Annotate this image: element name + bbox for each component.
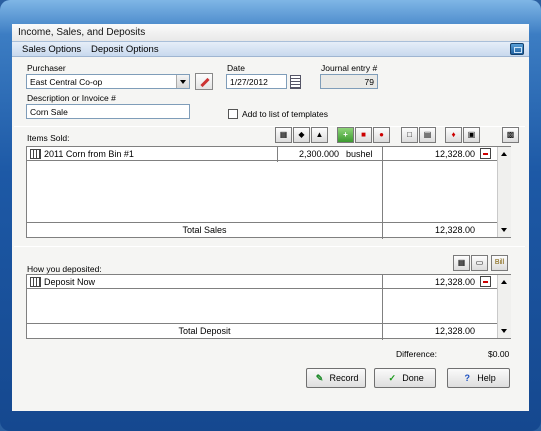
total-deposit-label: Total Deposit <box>178 326 231 336</box>
date-label: Date <box>227 63 245 73</box>
items-sold-grid: 2011 Corn from Bin #1 2,300.000 bushel 1… <box>26 146 511 239</box>
menu-bar: Sales Options Deposit Options <box>12 41 529 57</box>
barn-icon[interactable]: ■ <box>355 127 372 143</box>
remove-row-icon[interactable] <box>480 148 491 159</box>
description-field[interactable]: Corn Sale <box>26 104 190 119</box>
record-button[interactable]: ✎ Record <box>306 368 366 388</box>
divider <box>14 246 525 247</box>
journal-label: Journal entry # <box>321 63 378 73</box>
calculator-icon[interactable] <box>510 43 524 55</box>
help-button[interactable]: ? Help <box>447 368 510 388</box>
item-description: 2011 Corn from Bin #1 <box>27 147 277 161</box>
scrollbar[interactable] <box>497 275 511 338</box>
item-amount[interactable]: 12,328.00 <box>383 147 478 161</box>
inventory-icon[interactable]: ◆ <box>293 127 310 143</box>
total-sales-label: Total Sales <box>182 225 227 235</box>
purchaser-value: East Central Co-op <box>30 77 103 87</box>
bank-icon[interactable]: ▦ <box>275 127 292 143</box>
deposit-grid: Deposit Now 12,328.00 Total Deposit 12,3… <box>26 274 511 340</box>
deposited-label: How you deposited: <box>27 264 102 274</box>
menu-deposit-options[interactable]: Deposit Options <box>91 44 159 55</box>
total-row: Total Deposit 12,328.00 <box>27 323 497 339</box>
date-field[interactable]: 1/27/2012 <box>226 74 287 89</box>
item-quantity: 2,300.000 <box>298 149 339 159</box>
bank-icon <box>30 277 41 287</box>
scroll-down-icon[interactable] <box>500 326 509 335</box>
description-label: Description or Invoice # <box>27 93 116 103</box>
remove-row-icon[interactable] <box>480 276 491 287</box>
total-row: Total Sales 12,328.00 <box>27 222 497 238</box>
bin-icon <box>30 149 41 159</box>
deposit-amount[interactable]: 12,328.00 <box>383 275 478 289</box>
difference-value: $0.00 <box>488 349 510 359</box>
card-icon[interactable]: ▭ <box>471 255 488 271</box>
exit-icon[interactable]: ▩ <box>502 127 519 143</box>
done-button[interactable]: ✓ Done <box>374 368 436 388</box>
chevron-down-icon[interactable] <box>176 75 189 88</box>
calendar-icon[interactable] <box>290 75 301 89</box>
truck-icon[interactable]: ♦ <box>445 127 462 143</box>
pencil-icon: ✎ <box>315 373 324 383</box>
table-row[interactable]: 2011 Corn from Bin #1 2,300.000 bushel 1… <box>27 147 497 161</box>
check-icon: ✓ <box>388 373 396 383</box>
items-sold-label: Items Sold: <box>27 133 70 143</box>
purchaser-select[interactable]: East Central Co-op <box>26 74 190 89</box>
tractor-icon[interactable]: ● <box>373 127 390 143</box>
scroll-down-icon[interactable] <box>500 225 509 234</box>
difference-label: Difference: <box>396 349 437 359</box>
bill-icon[interactable]: Bill <box>491 255 508 271</box>
form-icon[interactable]: ▤ <box>419 127 436 143</box>
livestock-icon[interactable]: ▲ <box>311 127 328 143</box>
scrollbar[interactable] <box>497 147 511 237</box>
form-panel: Purchaser East Central Co-op Date 1/27/2… <box>12 57 529 411</box>
add-item-icon[interactable]: + <box>337 127 354 143</box>
note-icon[interactable]: □ <box>401 127 418 143</box>
edit-purchaser-icon[interactable] <box>195 73 213 90</box>
template-label: Add to list of templates <box>242 109 328 119</box>
table-row[interactable]: Deposit Now 12,328.00 <box>27 275 497 289</box>
journal-field: 79 <box>320 74 378 89</box>
template-checkbox[interactable] <box>228 109 238 119</box>
report-icon[interactable]: ▣ <box>463 127 480 143</box>
item-unit: bushel <box>346 149 373 159</box>
menu-sales-options[interactable]: Sales Options <box>22 44 81 55</box>
total-sales-value: 12,328.00 <box>434 225 475 235</box>
scroll-up-icon[interactable] <box>500 277 509 286</box>
total-deposit-value: 12,328.00 <box>434 326 475 336</box>
window-title: Income, Sales, and Deposits <box>12 24 529 41</box>
bank-icon[interactable]: ▦ <box>453 255 470 271</box>
help-icon: ? <box>464 373 470 383</box>
purchaser-label: Purchaser <box>27 63 66 73</box>
deposit-description: Deposit Now <box>27 275 277 289</box>
scroll-up-icon[interactable] <box>500 149 509 158</box>
